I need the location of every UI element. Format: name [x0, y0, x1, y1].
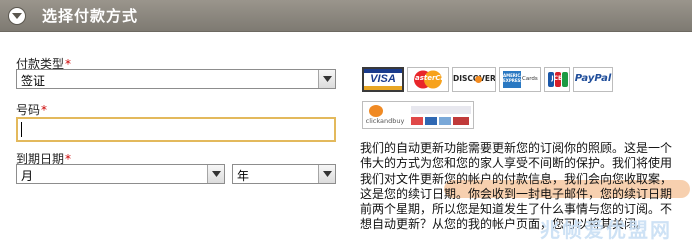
- section-header[interactable]: 选择付款方式: [0, 0, 692, 32]
- discover-option[interactable]: DISCOVER: [452, 67, 496, 92]
- section-title: 选择付款方式: [42, 7, 139, 25]
- clickandbuy-logo-icon: [369, 105, 383, 117]
- collapse-chevron-icon[interactable]: [8, 7, 26, 25]
- amex-option[interactable]: AMERICAN EXPRESS Cards: [499, 67, 541, 92]
- expiry-year-value: 年: [237, 169, 250, 183]
- number-label: 号码*: [16, 103, 48, 117]
- chevron-down-icon[interactable]: [318, 165, 335, 183]
- mastercard-label: MasterCard: [408, 74, 449, 82]
- payment-type-select[interactable]: 签证: [16, 69, 336, 89]
- chevron-down-icon[interactable]: [207, 165, 224, 183]
- expiry-month-select[interactable]: 月: [16, 164, 225, 184]
- chevron-down-icon[interactable]: [318, 70, 335, 88]
- discover-logo: DISCOVER: [453, 74, 495, 83]
- jcb-option[interactable]: JCB: [544, 67, 570, 92]
- clickandbuy-option[interactable]: clickandbuy: [362, 101, 474, 129]
- amex-label: AMERICAN EXPRESS: [503, 73, 527, 83]
- visa-card-option[interactable]: VISA: [362, 67, 404, 92]
- paypal-option[interactable]: PayPal: [573, 67, 613, 92]
- visa-logo: VISA: [370, 73, 396, 85]
- paypal-logo: PayPal: [574, 73, 612, 84]
- payment-type-value: 签证: [21, 74, 46, 88]
- jcb-logo: JCB: [551, 75, 563, 82]
- expiry-year-select[interactable]: 年: [232, 164, 336, 184]
- watermark-logo: 兆帧爱优盟网: [540, 218, 672, 242]
- amex-cards-label: Cards: [522, 76, 538, 82]
- clickandbuy-label: clickandbuy: [365, 117, 405, 125]
- expiry-month-value: 月: [21, 169, 34, 183]
- text-caret: [21, 122, 22, 137]
- card-number-input[interactable]: [16, 117, 336, 142]
- mastercard-option[interactable]: MasterCard: [407, 67, 449, 92]
